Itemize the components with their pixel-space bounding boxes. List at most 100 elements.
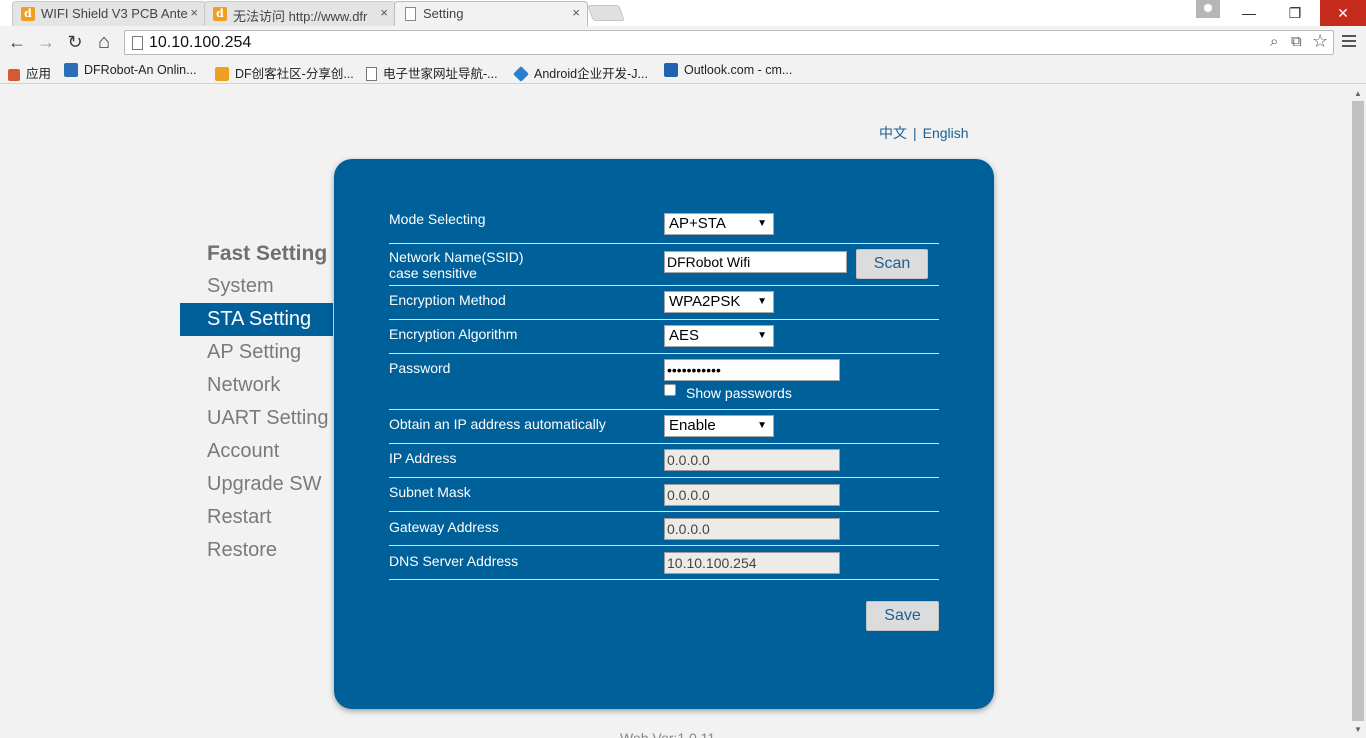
encryption-method-row: Encryption Method WPA2PSK ▼ xyxy=(389,286,939,320)
tab-close-icon[interactable]: × xyxy=(190,5,198,20)
page-icon xyxy=(366,67,377,81)
dropdown-arrow-icon: ▼ xyxy=(757,330,767,341)
browser-tab-wifi-shield[interactable]: d WIFI Shield V3 PCB Ante × xyxy=(12,1,206,26)
ip-row: IP Address 0.0.0.0 xyxy=(389,444,939,478)
encryption-algorithm-select[interactable]: AES ▼ xyxy=(664,325,774,347)
subnet-row: Subnet Mask 0.0.0.0 xyxy=(389,478,939,512)
browser-tab-cannot-access[interactable]: d 无法访问 http://www.dfr × xyxy=(204,1,396,26)
sidebar-item-fast-setting[interactable]: Fast Setting xyxy=(180,237,333,270)
mode-label: Mode Selecting xyxy=(389,211,486,227)
maximize-button[interactable]: ❐ xyxy=(1272,0,1318,26)
dhcp-select[interactable]: Enable ▼ xyxy=(664,415,774,437)
lang-separator: | xyxy=(913,125,917,141)
password-label: Password xyxy=(389,360,451,376)
show-passwords-label: Show passwords xyxy=(686,385,792,401)
page-icon xyxy=(132,36,143,50)
translate-icon[interactable]: ⧉ xyxy=(1291,33,1302,50)
sidebar-item-system[interactable]: System xyxy=(180,270,333,303)
ssid-input[interactable]: DFRobot Wifi xyxy=(664,251,847,273)
password-input[interactable]: ••••••••••• xyxy=(664,359,840,381)
dfrobot-icon xyxy=(64,63,78,77)
browser-menu-icon[interactable] xyxy=(1340,32,1358,50)
bookmark-df-community[interactable]: DF创客社区-分享创... xyxy=(215,63,354,82)
dhcp-row: Obtain an IP address automatically Enabl… xyxy=(389,410,939,444)
encryption-method-select[interactable]: WPA2PSK ▼ xyxy=(664,291,774,313)
tab-title: WIFI Shield V3 PCB Ante xyxy=(41,6,188,21)
scan-button[interactable]: Scan xyxy=(856,249,928,279)
bookmark-apps[interactable]: 应用 xyxy=(8,63,51,82)
bookmark-star-icon[interactable]: ☆ xyxy=(1312,31,1328,52)
sidebar-item-sta-setting[interactable]: STA Setting xyxy=(180,303,333,336)
bookmark-android[interactable]: Android企业开发-J... xyxy=(513,63,648,82)
sidebar-item-upgrade-sw[interactable]: Upgrade SW xyxy=(180,468,333,501)
dfrobot-favicon-icon: d xyxy=(21,7,35,21)
dhcp-value: Enable xyxy=(669,417,716,434)
page-scrollbar[interactable]: ▲ ▼ xyxy=(1350,85,1366,738)
dhcp-label: Obtain an IP address automatically xyxy=(389,416,606,432)
tab-close-icon[interactable]: × xyxy=(572,5,580,20)
show-passwords-checkbox[interactable] xyxy=(664,384,676,396)
gateway-input[interactable]: 0.0.0.0 xyxy=(664,518,840,540)
ip-label: IP Address xyxy=(389,450,457,466)
sidebar-item-ap-setting[interactable]: AP Setting xyxy=(180,336,333,369)
browser-tab-setting[interactable]: Setting × xyxy=(394,1,588,26)
save-button[interactable]: Save xyxy=(866,601,939,631)
sidebar-item-account[interactable]: Account xyxy=(180,435,333,468)
back-icon[interactable]: ← xyxy=(6,31,28,53)
browser-toolbar: ← → ↻ ⌂ ⌕ ⧉ ☆ xyxy=(0,26,1366,58)
bookmark-dianzi[interactable]: 电子世家网址导航-... xyxy=(366,63,498,82)
dfrobot-favicon-icon: d xyxy=(213,7,227,21)
ssid-label-line1: Network Name(SSID) xyxy=(389,249,524,265)
sidebar-item-restart[interactable]: Restart xyxy=(180,501,333,534)
bookmark-label: 应用 xyxy=(26,67,52,81)
sidebar-item-network[interactable]: Network xyxy=(180,369,333,402)
scroll-down-icon[interactable]: ▼ xyxy=(1354,725,1362,734)
sidebar-item-uart-setting[interactable]: UART Setting xyxy=(180,402,333,435)
bookmark-dfrobot[interactable]: DFRobot-An Onlin... xyxy=(64,63,197,77)
page-favicon-icon xyxy=(405,7,416,21)
tab-title: 无法访问 http://www.dfr xyxy=(233,9,368,24)
new-tab-button[interactable] xyxy=(587,5,625,21)
subnet-input[interactable]: 0.0.0.0 xyxy=(664,484,840,506)
scroll-up-icon[interactable]: ▲ xyxy=(1354,89,1362,98)
mode-select[interactable]: AP+STA ▼ xyxy=(664,213,774,235)
android-dev-icon xyxy=(513,66,529,82)
outlook-icon xyxy=(664,63,678,77)
bookmark-outlook[interactable]: Outlook.com - cm... xyxy=(664,63,792,77)
address-bar[interactable]: ⌕ ⧉ ☆ xyxy=(124,30,1334,55)
ssid-label-line2: case sensitive xyxy=(389,265,477,281)
user-profile-icon[interactable] xyxy=(1196,0,1220,18)
bookmark-label: Outlook.com - cm... xyxy=(684,63,793,77)
sidebar-item-restore[interactable]: Restore xyxy=(180,534,333,567)
page-content: 中文 | English Fast Setting System STA Setti… xyxy=(0,85,1350,738)
reload-icon[interactable]: ↻ xyxy=(64,31,86,53)
tab-title: Setting xyxy=(423,6,464,21)
encryption-algorithm-label: Encryption Algorithm xyxy=(389,326,518,342)
bookmark-label: DF创客社区-分享创... xyxy=(235,67,354,81)
ip-input[interactable]: 0.0.0.0 xyxy=(664,449,840,471)
scrollbar-thumb[interactable] xyxy=(1352,101,1364,721)
dns-input[interactable]: 10.10.100.254 xyxy=(664,552,840,574)
zoom-icon[interactable]: ⌕ xyxy=(1270,33,1278,50)
ssid-row: Network Name(SSID) case sensitive DFRobo… xyxy=(389,244,939,286)
forward-icon[interactable]: → xyxy=(35,31,57,53)
dns-label: DNS Server Address xyxy=(389,553,519,569)
dropdown-arrow-icon: ▼ xyxy=(757,420,767,431)
close-window-button[interactable]: ✕ xyxy=(1320,0,1366,26)
address-input[interactable] xyxy=(149,33,1249,53)
home-icon[interactable]: ⌂ xyxy=(93,31,115,53)
subnet-label: Subnet Mask xyxy=(389,484,471,500)
gateway-row: Gateway Address 0.0.0.0 xyxy=(389,512,939,546)
encryption-algorithm-row: Encryption Algorithm AES ▼ xyxy=(389,320,939,354)
bookmark-label: Android企业开发-J... xyxy=(534,67,648,81)
lang-chinese-link[interactable]: 中文 xyxy=(879,125,907,141)
dropdown-arrow-icon: ▼ xyxy=(757,218,767,229)
mode-row: Mode Selecting AP+STA ▼ xyxy=(389,207,939,244)
minimize-button[interactable]: — xyxy=(1226,0,1272,26)
password-row: Password ••••••••••• Show passwords xyxy=(389,354,939,410)
mode-value: AP+STA xyxy=(669,215,726,232)
lang-english-link[interactable]: English xyxy=(923,125,969,141)
gateway-label: Gateway Address xyxy=(389,519,499,535)
tab-close-icon[interactable]: × xyxy=(380,5,388,20)
encryption-method-value: WPA2PSK xyxy=(669,293,741,310)
